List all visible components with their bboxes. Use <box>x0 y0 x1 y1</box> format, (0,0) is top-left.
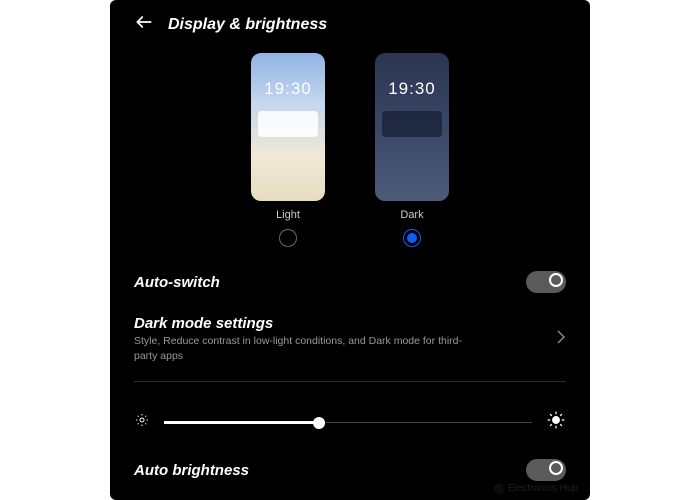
auto-switch-row: Auto-switch <box>134 257 566 307</box>
radio-light[interactable] <box>279 229 297 247</box>
theme-preview-dark: 19:30 <box>375 53 449 201</box>
page-title: Display & brightness <box>168 16 327 34</box>
brightness-row <box>134 394 566 445</box>
slider-fill <box>164 421 319 424</box>
slider-thumb[interactable] <box>313 417 325 429</box>
divider <box>134 381 566 382</box>
preview-card <box>258 111 318 137</box>
chevron-right-icon <box>556 330 566 349</box>
settings-screen: Display & brightness 19:30 Light 19:30 D… <box>110 0 590 500</box>
radio-dark[interactable] <box>403 229 421 247</box>
back-icon[interactable] <box>134 12 154 37</box>
watermark-text: Electronics Hub <box>508 483 578 494</box>
toggle-knob <box>549 273 563 287</box>
auto-switch-toggle[interactable] <box>526 271 566 293</box>
brightness-slider[interactable] <box>164 421 532 424</box>
dark-mode-settings-row[interactable]: Dark mode settings Style, Reduce contras… <box>134 307 566 377</box>
theme-option-dark[interactable]: 19:30 Dark <box>375 53 449 247</box>
auto-switch-label: Auto-switch <box>134 274 220 291</box>
sun-low-icon <box>134 412 150 433</box>
theme-label-dark: Dark <box>400 209 423 221</box>
dark-mode-settings-title: Dark mode settings <box>134 315 474 332</box>
dark-mode-settings-text: Dark mode settings Style, Reduce contras… <box>134 315 474 363</box>
preview-time: 19:30 <box>251 79 325 99</box>
auto-brightness-label: Auto brightness <box>134 462 249 479</box>
dark-mode-settings-subtitle: Style, Reduce contrast in low-light cond… <box>134 334 474 363</box>
theme-selector: 19:30 Light 19:30 Dark <box>134 53 566 247</box>
watermark: Electronics Hub <box>494 483 578 494</box>
theme-option-light[interactable]: 19:30 Light <box>251 53 325 247</box>
theme-label-light: Light <box>276 209 300 221</box>
theme-preview-light: 19:30 <box>251 53 325 201</box>
sun-high-icon <box>546 410 566 435</box>
preview-time: 19:30 <box>375 79 449 99</box>
toggle-knob <box>549 461 563 475</box>
auto-brightness-toggle[interactable] <box>526 459 566 481</box>
preview-card <box>382 111 442 137</box>
header: Display & brightness <box>134 12 566 37</box>
